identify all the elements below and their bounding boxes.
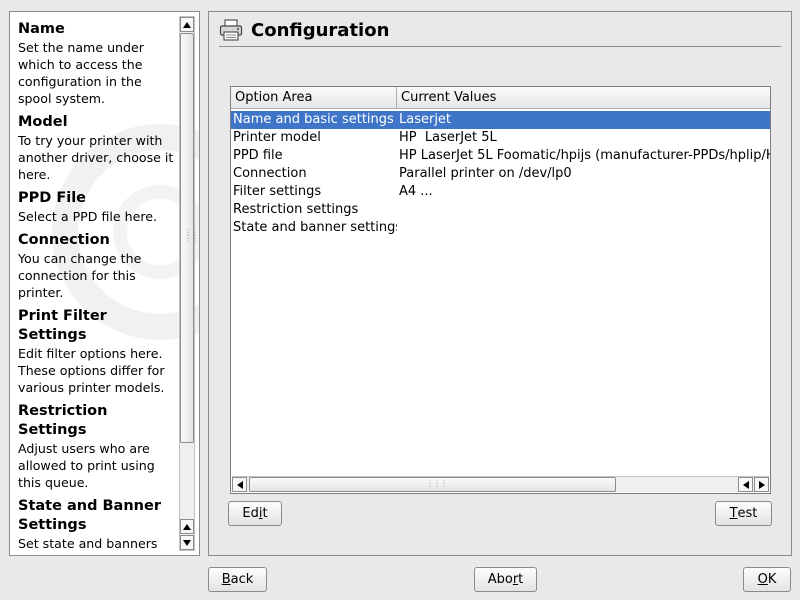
cell-option: Printer model [233,130,321,145]
cell-option: Filter settings [233,184,322,199]
arrow-down-icon [183,539,191,546]
cell-value [399,201,770,219]
back-label-key: B [221,572,231,587]
help-section-name: Name Set the name under which to access … [18,20,178,107]
scroll-left-button-lower[interactable] [738,477,753,492]
cell-value: HP LaserJet 5L Foomatic/hpijs (manufactu… [399,148,771,163]
scroll-up-button-lower[interactable] [180,519,194,534]
edit-label-pre: Ed [242,506,259,521]
help-title: PPD File [18,190,87,206]
help-section-print-filter: Print Filter Settings Edit filter option… [18,307,178,396]
help-section-restriction: Restriction Settings Adjust users who ar… [18,402,178,491]
edit-button[interactable]: Ed i t [228,501,282,526]
printer-icon [219,19,243,41]
help-title: Model [18,114,68,130]
header-divider [219,46,781,47]
help-section-model: Model To try your printer with another d… [18,113,178,183]
cell-option: PPD file [233,148,283,163]
grip-icon: ⋮⋮⋮ [426,479,448,488]
option-table[interactable]: Option Area Current Values Name and basi… [230,86,771,494]
cell-value: HP LaserJet 5L [399,130,497,145]
table-row-restriction-settings[interactable]: Restriction settings [231,201,770,219]
test-button[interactable]: Test [715,501,772,526]
page-header: Configuration [219,16,389,44]
arrow-right-icon [758,480,765,489]
cell-option: Name and basic settings [233,112,394,127]
help-section-ppd-file: PPD File Select a PPD file here. [18,189,178,225]
scroll-left-button[interactable] [232,477,247,492]
help-section-state-banner: State and Banner Settings Set state and … [18,497,178,552]
table-body: Name and basic settings Laserjet Printer… [231,111,770,237]
table-scroll-thumb[interactable]: ⋮⋮⋮ [249,477,616,492]
ok-button[interactable]: OK [743,567,791,592]
table-horizontal-scrollbar[interactable]: ⋮⋮⋮ [232,476,769,492]
help-body: To try your printer with another driver,… [18,133,174,182]
cell-value: Parallel printer on /dev/lp0 [399,166,572,181]
help-body: Select a PPD file here. [18,209,158,224]
help-section-connection: Connection You can change the connection… [18,231,178,301]
help-scroll-thumb[interactable]: ⋮⋮ ⋮⋮ [180,33,199,443]
cell-option: Connection [233,166,307,181]
arrow-up-icon [183,21,191,28]
help-body: You can change the connection for this p… [18,251,142,300]
abort-label-post: t [518,572,524,587]
table-row-connection[interactable]: Connection Parallel printer on /dev/lp0 [231,165,770,183]
help-body: Set the name under which to access the c… [18,40,144,106]
ok-label-post: K [767,572,777,587]
help-body: Edit filter options here. These options … [18,346,165,395]
test-label-key: T [729,506,738,521]
back-button[interactable]: Back [208,567,267,592]
arrow-up-icon [183,523,191,530]
table-row-state-banner[interactable]: State and banner settings [231,219,770,237]
main-panel: Configuration Option Area Current Values… [208,11,792,556]
cell-value: A4 ... [399,184,433,199]
cell-value [399,219,770,237]
scroll-down-button[interactable] [180,535,194,550]
help-title: Restriction Settings [18,403,108,438]
help-title: Print Filter Settings [18,308,107,343]
abort-button[interactable]: Abo r t [474,567,537,592]
back-label-post: ack [230,572,254,587]
abort-label-pre: Abo [487,572,513,587]
scroll-right-button[interactable] [754,477,769,492]
scroll-up-button[interactable] [180,17,194,32]
grip-icon: ⋮⋮ ⋮⋮ [184,228,199,243]
arrow-left-icon [236,480,243,489]
edit-label-post: t [262,506,268,521]
table-row-ppd-file[interactable]: PPD file HP LaserJet 5L Foomatic/hpijs (… [231,147,770,165]
table-row-filter-settings[interactable]: Filter settings A4 ... [231,183,770,201]
test-label-post: est [737,506,758,521]
table-row-name-basic[interactable]: Name and basic settings Laserjet [231,111,770,129]
cell-value: Laserjet [399,112,452,127]
help-title: Name [18,21,65,37]
column-header-current-values[interactable]: Current Values [397,87,770,109]
help-body: Adjust users who are allowed to print us… [18,441,155,490]
help-title: State and Banner Settings [18,498,161,533]
help-text: Name Set the name under which to access … [18,20,178,555]
ok-label-key: O [757,572,768,587]
column-header-option-area[interactable]: Option Area [231,87,397,109]
help-body: Set state and banners [18,536,158,551]
cell-option: State and banner settings [233,220,397,235]
help-panel: Name Set the name under which to access … [9,11,200,556]
page-title: Configuration [251,19,390,41]
help-title: Connection [18,232,110,248]
table-row-printer-model[interactable]: Printer model HP LaserJet 5L [231,129,770,147]
table-header: Option Area Current Values [231,87,770,109]
cell-option: Restriction settings [233,202,359,217]
help-scrollbar[interactable]: ⋮⋮ ⋮⋮ [179,16,199,551]
arrow-left-icon [742,480,749,489]
